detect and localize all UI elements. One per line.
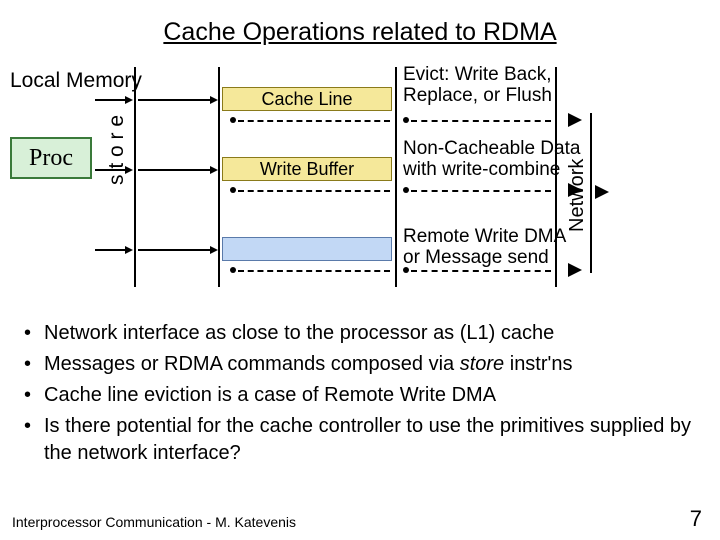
dash-3b — [411, 270, 551, 272]
arrow-to-box-2 — [138, 169, 216, 171]
dot-3b — [403, 267, 409, 273]
vline-left2 — [218, 67, 220, 287]
dash-3a — [238, 270, 390, 272]
dash-1a — [238, 120, 390, 122]
label-remote-write: Remote Write DMA or Message send — [403, 227, 566, 269]
arrow-store-3 — [95, 249, 131, 251]
page-number: 7 — [690, 506, 702, 532]
local-memory-label: Local Memory — [10, 69, 142, 93]
dash-2a — [238, 190, 390, 192]
dash-2b — [411, 190, 551, 192]
arrow-store-1 — [95, 99, 131, 101]
label-evict: Evict: Write Back, Replace, or Flush — [403, 65, 552, 107]
dot-1b — [403, 117, 409, 123]
dash-1b — [411, 120, 551, 122]
blue-box — [222, 237, 392, 261]
bullet-list: Network interface as close to the proces… — [24, 320, 694, 471]
arrow-out-3 — [568, 263, 582, 277]
bracket-arrow — [595, 185, 609, 199]
label-noncacheable: Non-Cacheable Data with write-combine — [403, 139, 580, 181]
cache-line-box: Cache Line — [222, 87, 392, 111]
dot-1a — [230, 117, 236, 123]
vline-left1 — [134, 67, 136, 287]
dot-3a — [230, 267, 236, 273]
vline-right1 — [395, 67, 397, 287]
bullet-1: Network interface as close to the proces… — [24, 320, 694, 347]
store-label: s t o r e — [105, 115, 129, 185]
arrow-out-1 — [568, 113, 582, 127]
arrow-store-2 — [95, 169, 131, 171]
bullet-3: Cache line eviction is a case of Remote … — [24, 382, 694, 409]
footer-left: Interprocessor Communication - M. Kateve… — [12, 514, 296, 530]
arrow-out-2 — [568, 183, 582, 197]
proc-box: Proc — [10, 137, 92, 179]
slide-title: Cache Operations related to RDMA — [0, 0, 720, 57]
bullet-4: Is there potential for the cache control… — [24, 413, 694, 467]
diagram: Local Memory Proc s t o r e Network Cach… — [0, 57, 720, 297]
dot-2b — [403, 187, 409, 193]
bracket-vline — [590, 113, 592, 273]
arrow-to-box-3 — [138, 249, 216, 251]
bullet-2: Messages or RDMA commands composed via s… — [24, 351, 694, 378]
arrow-to-box-1 — [138, 99, 216, 101]
write-buffer-box: Write Buffer — [222, 157, 392, 181]
dot-2a — [230, 187, 236, 193]
